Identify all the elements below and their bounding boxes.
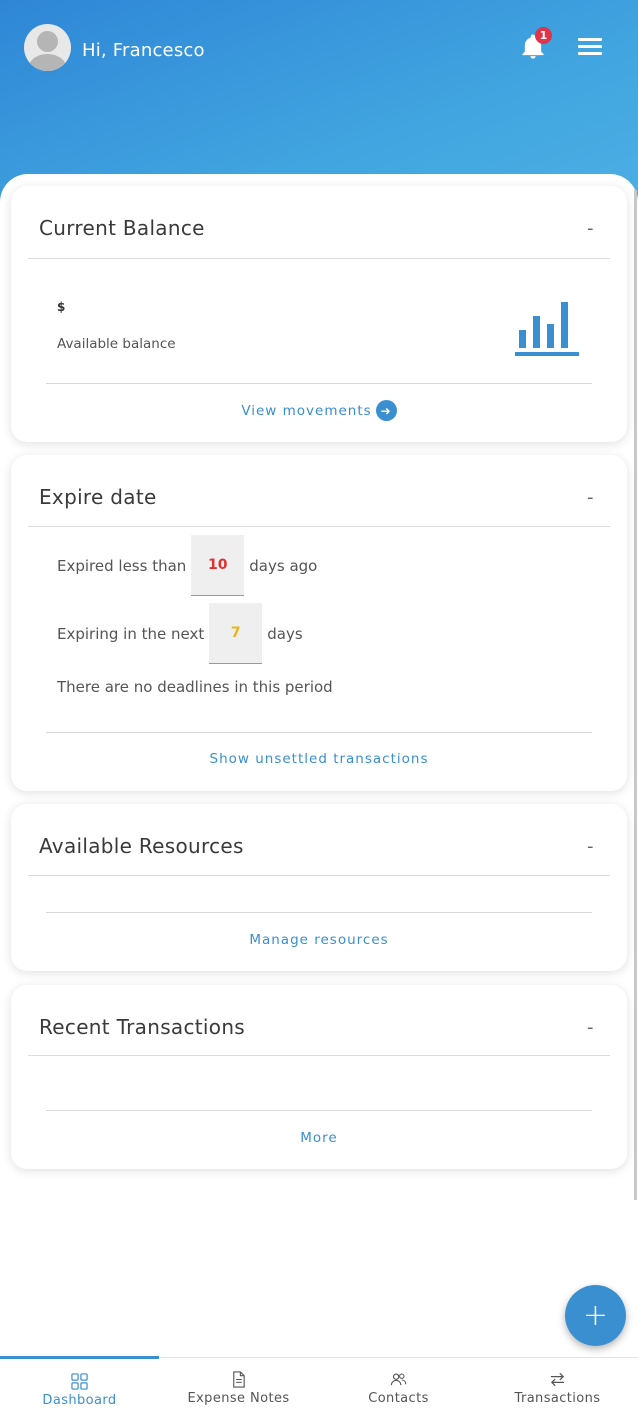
expired-prefix: Expired less than bbox=[57, 556, 187, 575]
collapse-button[interactable]: - bbox=[587, 836, 594, 857]
bar-chart-icon bbox=[515, 302, 579, 356]
expiring-row: Expiring in the next 7 days bbox=[57, 603, 303, 664]
avatar-head bbox=[37, 31, 58, 52]
expiring-suffix: days bbox=[267, 624, 303, 643]
balance-currency: $ bbox=[57, 300, 66, 314]
view-movements-label: View movements bbox=[241, 402, 372, 419]
current-balance-card: Current Balance - $ Available balance Vi… bbox=[11, 186, 627, 442]
tab-dashboard[interactable]: Dashboard bbox=[0, 1356, 159, 1420]
document-icon bbox=[233, 1371, 245, 1388]
expire-date-card: Expire date - Expired less than 10 days … bbox=[11, 455, 627, 791]
scrollbar[interactable] bbox=[634, 190, 637, 1200]
active-tab-indicator bbox=[0, 1356, 159, 1359]
notification-badge: 1 bbox=[535, 27, 552, 44]
tab-label: Dashboard bbox=[42, 1393, 117, 1408]
no-deadlines-message: There are no deadlines in this period bbox=[57, 678, 333, 696]
hamburger-menu-icon[interactable] bbox=[578, 38, 602, 58]
card-title: Recent Transactions bbox=[39, 1015, 246, 1039]
recent-transactions-card: Recent Transactions - More bbox=[11, 985, 627, 1169]
arrow-right-circle-icon: ➜ bbox=[375, 400, 397, 421]
avatar-body bbox=[29, 54, 66, 71]
tab-label: Contacts bbox=[368, 1391, 429, 1406]
expired-suffix: days ago bbox=[249, 556, 318, 575]
expired-row: Expired less than 10 days ago bbox=[57, 535, 317, 596]
expiring-days-input[interactable]: 7 bbox=[209, 603, 263, 664]
divider bbox=[28, 526, 610, 527]
divider bbox=[46, 383, 592, 384]
card-title: Expire date bbox=[39, 485, 157, 509]
available-resources-card: Available Resources - Manage resources bbox=[11, 804, 627, 971]
avatar[interactable] bbox=[24, 24, 71, 71]
view-movements-link[interactable]: View movements ➜ bbox=[11, 400, 627, 421]
divider bbox=[46, 1110, 592, 1111]
tab-transactions[interactable]: Transactions bbox=[478, 1358, 637, 1420]
menu-line bbox=[578, 45, 602, 48]
bottom-tab-bar: Dashboard Expense Notes Contacts Transac… bbox=[0, 1356, 638, 1420]
divider bbox=[28, 258, 610, 259]
plus-icon: + bbox=[582, 1298, 609, 1333]
tab-label: Expense Notes bbox=[187, 1391, 290, 1406]
collapse-button[interactable]: - bbox=[587, 487, 594, 508]
collapse-button[interactable]: - bbox=[587, 218, 594, 239]
manage-resources-link[interactable]: Manage resources bbox=[11, 932, 627, 948]
tab-contacts[interactable]: Contacts bbox=[319, 1358, 478, 1420]
tab-label: Transactions bbox=[514, 1391, 601, 1406]
greeting-text: Hi, Francesco bbox=[82, 40, 205, 61]
add-fab-button[interactable]: + bbox=[565, 1285, 626, 1346]
divider bbox=[46, 732, 592, 733]
menu-line bbox=[578, 52, 602, 55]
card-title: Current Balance bbox=[39, 216, 205, 240]
grid-icon bbox=[71, 1373, 88, 1390]
more-transactions-link[interactable]: More bbox=[11, 1130, 627, 1146]
card-title: Available Resources bbox=[39, 834, 244, 858]
people-icon bbox=[390, 1373, 407, 1386]
show-unsettled-transactions-link[interactable]: Show unsettled transactions bbox=[11, 751, 627, 767]
available-balance-label: Available balance bbox=[57, 336, 176, 352]
menu-line bbox=[578, 38, 602, 41]
expiring-prefix: Expiring in the next bbox=[57, 624, 205, 643]
collapse-button[interactable]: - bbox=[587, 1017, 594, 1038]
expired-days-input[interactable]: 10 bbox=[191, 535, 245, 596]
divider bbox=[46, 912, 592, 913]
tab-expense-notes[interactable]: Expense Notes bbox=[159, 1358, 318, 1420]
swap-arrows-icon bbox=[550, 1372, 565, 1387]
divider bbox=[28, 1055, 610, 1056]
divider bbox=[28, 875, 610, 876]
